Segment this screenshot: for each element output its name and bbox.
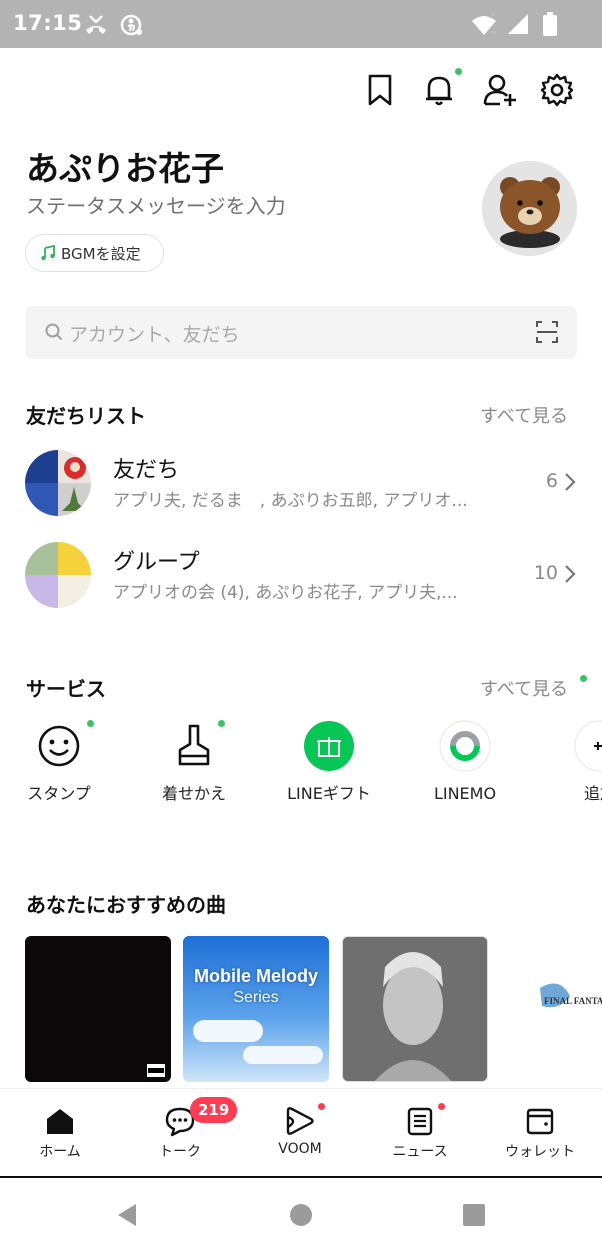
avatar-tile [58,542,91,575]
service-theme[interactable]: 着せかえ [139,720,249,806]
avatar-tile [25,575,58,608]
groups-row-count: 10 [533,562,558,584]
status-message-input[interactable]: ステータスメッセージを入力 [26,190,286,219]
mobile-melody-title: Mobile Melody [193,966,318,986]
tab-voom[interactable]: VOOM [240,1089,360,1177]
service-line-gift[interactable]: LINEギフト [274,720,384,806]
service-label: LINEギフト [287,784,371,803]
groups-row[interactable]: グループ アプリオの会 (4), あぷりお花子, アプリ夫,... 10 [0,542,602,612]
groups-avatar [25,542,91,608]
chevron-right-icon [565,565,576,583]
bookmark-icon[interactable] [362,72,398,108]
tab-label: ニュース [392,1144,448,1160]
battery-icon [543,12,557,36]
friends-row-subtitle: アプリ夫, だるま , あぷりお五郎, アプリオ... [113,491,468,511]
song-cover-final-fantasy[interactable]: FINAL FANTASY [530,936,602,1082]
bear-avatar-image [482,161,577,256]
portrait-image [343,937,487,1081]
bgm-label: BGMを設定 [61,244,141,263]
settings-gear-icon[interactable] [539,72,575,108]
groups-row-subtitle: アプリオの会 (4), あぷりお花子, アプリ夫,... [113,583,458,603]
missed-call-icon [86,15,106,34]
voom-icon [286,1107,314,1135]
tab-label: トーク [159,1144,201,1160]
service-label: 追加 [584,784,602,803]
voom-new-dot [318,1103,325,1110]
profile-name[interactable]: あぷりお花子 [26,142,224,190]
home-circle-icon[interactable] [289,1203,313,1227]
service-label: LINEMO [433,784,497,803]
tab-label: ウォレット [505,1144,575,1160]
cloud-shape [193,1020,263,1042]
status-time: 17:15 [13,11,83,35]
new-dot [218,720,225,727]
bgm-button[interactable]: BGMを設定 [25,234,164,272]
wallet-icon [526,1108,554,1135]
tab-home[interactable]: ホーム [0,1089,120,1177]
signal-icon [508,14,528,34]
services-new-dot [580,675,587,682]
gift-icon [304,721,354,771]
status-bar: 17:15 [0,0,602,48]
home-icon [47,1109,73,1134]
song-cover-black[interactable] [25,936,171,1082]
song-cover-portrait[interactable] [342,936,488,1082]
service-linemo[interactable]: LINEMO [410,720,520,806]
songs-section-title: あなたにおすすめの曲 [26,893,226,917]
song-cover-mobile-melody[interactable]: Mobile Melody Series [183,936,329,1082]
groups-row-title: グループ [113,550,200,575]
service-stamp[interactable]: スタンプ [4,720,114,806]
chevron-right-icon [565,473,576,491]
system-navigation-bar [0,1176,602,1250]
linemo-icon [439,720,491,772]
tab-news[interactable]: ニュース [360,1089,480,1177]
avatar-tile [25,450,58,483]
friends-see-all-link[interactable]: すべて見る [480,402,568,428]
avatar-tile [58,450,91,483]
brush-icon [178,724,210,766]
search-bar[interactable]: アカウント、友だち [25,306,577,359]
ff-logo-text: FINAL FANTASY [544,996,602,1006]
advisory-label-icon [147,1064,165,1077]
wifi-icon [472,14,496,35]
notification-bell-icon[interactable] [421,72,457,108]
smiley-icon [38,725,80,767]
service-label: スタンプ [27,784,91,803]
add-icon [574,720,602,772]
bottom-tab-bar: ホーム トーク VOOM ニュース ウォレット 219 [0,1088,602,1176]
services-section-title: サービス [26,677,106,701]
service-add[interactable]: 追加 [546,720,602,806]
tab-label: VOOM [278,1141,322,1157]
notification-dot [455,68,462,75]
friends-group-avatar [25,450,91,516]
friends-row-title: 友だち [113,458,180,483]
back-triangle-icon[interactable] [116,1202,138,1228]
profile-avatar[interactable] [482,161,577,256]
services-see-all-link[interactable]: すべて見る [480,675,568,701]
avatar-tile [58,483,91,516]
add-friend-icon[interactable] [482,72,518,108]
new-dot [87,720,94,727]
tab-wallet[interactable]: ウォレット [480,1089,600,1177]
cloud-shape [243,1046,323,1064]
qr-scan-icon[interactable] [535,320,559,344]
news-icon [407,1107,433,1136]
tab-label: ホーム [39,1144,81,1160]
mobile-melody-subtitle: Series [233,989,279,1006]
search-placeholder: アカウント、友だち [69,324,240,346]
accessibility-icon [120,14,142,36]
service-label: 着せかえ [161,784,226,803]
news-new-dot [438,1103,445,1110]
friends-section-title: 友だちリスト [26,404,146,428]
ff-logo-image [540,983,570,1008]
music-note-icon [41,245,55,261]
avatar-tile [25,483,58,516]
friends-row[interactable]: 友だち アプリ夫, だるま , あぷりお五郎, アプリオ... 6 [0,450,602,520]
recents-square-icon[interactable] [462,1203,486,1227]
avatar-tile [58,575,91,608]
talk-unread-badge: 219 [190,1097,238,1123]
search-icon [45,323,63,341]
friends-row-count: 6 [545,470,558,492]
avatar-tile [25,542,58,575]
